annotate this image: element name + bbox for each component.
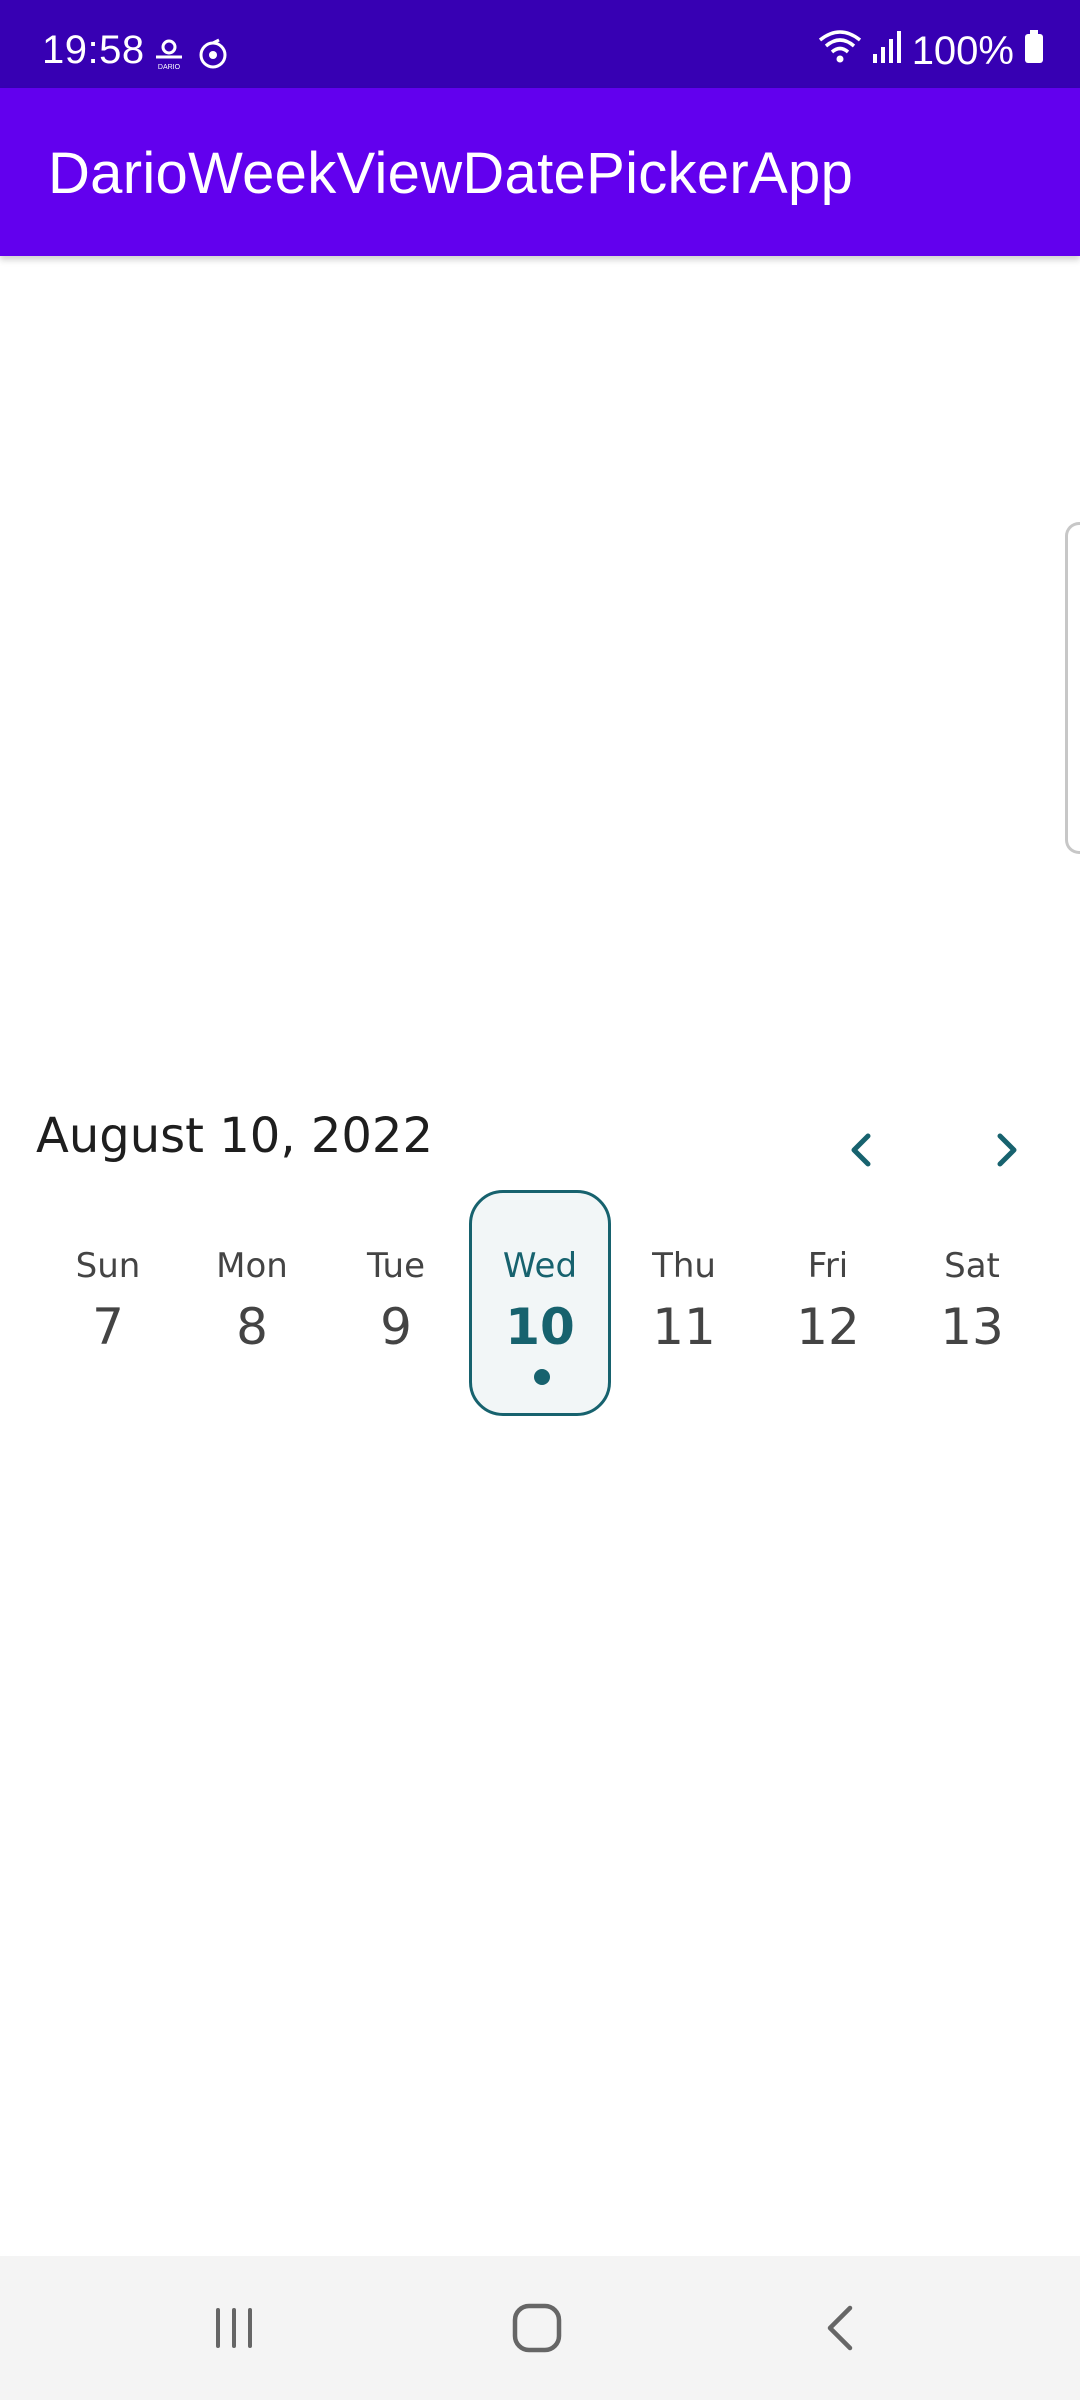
svg-text:DARIO: DARIO bbox=[158, 64, 181, 71]
day-number: 11 bbox=[652, 1298, 716, 1356]
day-cell-wed-selected[interactable]: Wed 10 bbox=[469, 1190, 611, 1416]
day-name: Tue bbox=[366, 1246, 426, 1286]
home-icon bbox=[512, 2303, 562, 2353]
app-title: DarioWeekViewDatePickerApp bbox=[48, 141, 854, 206]
day-cell-mon[interactable]: Mon 8 bbox=[181, 1190, 323, 1416]
battery-icon bbox=[1024, 29, 1044, 74]
day-cell-sun[interactable]: Sun 7 bbox=[37, 1190, 179, 1416]
back-button[interactable] bbox=[804, 2292, 876, 2364]
home-button[interactable] bbox=[501, 2292, 573, 2364]
day-cell-thu[interactable]: Thu 11 bbox=[613, 1190, 755, 1416]
dario-app-icon: DARIO bbox=[152, 38, 186, 77]
battery-text: 100% bbox=[911, 28, 1014, 73]
edge-panel-handle[interactable] bbox=[1065, 522, 1080, 854]
system-navigation-bar bbox=[0, 2256, 1080, 2400]
signal-icon bbox=[872, 29, 902, 74]
notification-icons: DARIO bbox=[152, 38, 230, 77]
sync-icon bbox=[196, 38, 230, 77]
day-number: 10 bbox=[505, 1298, 575, 1356]
wifi-icon bbox=[818, 28, 862, 74]
day-cell-fri[interactable]: Fri 12 bbox=[757, 1190, 899, 1416]
recents-icon bbox=[216, 2308, 252, 2348]
day-cell-sat[interactable]: Sat 13 bbox=[901, 1190, 1043, 1416]
recents-button[interactable] bbox=[198, 2292, 270, 2364]
day-cell-tue[interactable]: Tue 9 bbox=[325, 1190, 467, 1416]
screen: 19:58 DARIO 100% DarioWeekViewDatePicker… bbox=[0, 0, 1080, 2400]
day-name: Mon bbox=[216, 1246, 288, 1286]
day-name: Thu bbox=[652, 1246, 716, 1286]
status-bar: 19:58 DARIO 100% bbox=[0, 0, 1080, 88]
day-name: Sun bbox=[75, 1246, 141, 1286]
day-name: Sat bbox=[944, 1246, 1000, 1286]
status-right: 100% bbox=[818, 28, 1044, 74]
app-bar: DarioWeekViewDatePickerApp bbox=[0, 88, 1080, 256]
day-name: Fri bbox=[807, 1246, 849, 1286]
day-number: 9 bbox=[380, 1298, 412, 1356]
next-week-button[interactable] bbox=[976, 1120, 1036, 1180]
back-icon bbox=[827, 2305, 853, 2351]
event-indicator-dot bbox=[534, 1369, 550, 1385]
day-name: Wed bbox=[502, 1246, 578, 1286]
day-number: 13 bbox=[940, 1298, 1004, 1356]
day-number: 7 bbox=[92, 1298, 124, 1356]
selected-date-label: August 10, 2022 bbox=[36, 1108, 433, 1164]
chevron-left-icon bbox=[851, 1133, 871, 1167]
previous-week-button[interactable] bbox=[832, 1120, 892, 1180]
week-row: Sun 7 Mon 8 Tue 9 Wed 10 Thu 11 Fri 12 S… bbox=[0, 1190, 1080, 1420]
day-number: 12 bbox=[796, 1298, 860, 1356]
status-time: 19:58 bbox=[42, 28, 145, 72]
chevron-right-icon bbox=[997, 1133, 1017, 1167]
day-number: 8 bbox=[236, 1298, 268, 1356]
